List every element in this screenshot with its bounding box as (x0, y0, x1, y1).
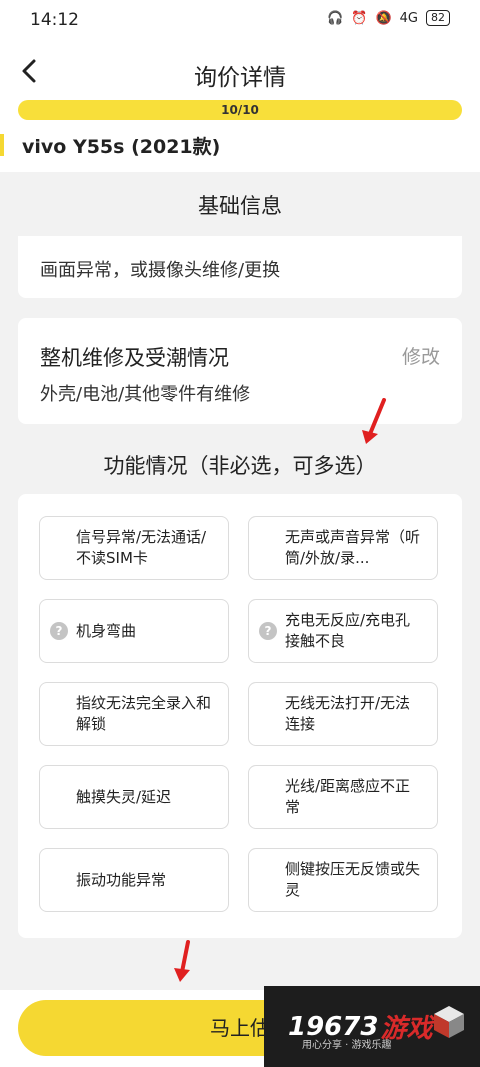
option-sensor[interactable]: 光线/距离感应不正常 (248, 765, 438, 829)
option-label: 机身弯曲 (76, 621, 137, 640)
status-time: 14:12 (30, 10, 79, 30)
page-title: 询价详情 (194, 65, 286, 91)
modify-link[interactable]: 修改 (402, 342, 440, 369)
option-label: 振动功能异常 (76, 870, 167, 889)
status-icons: 🎧 ⏰ 🔕 4G 82 (327, 10, 450, 26)
basic-info-card[interactable]: 画面异常，或摄像头维修/更换 (18, 236, 462, 298)
option-label: 触摸失灵/延迟 (76, 787, 172, 806)
option-touch[interactable]: 触摸失灵/延迟 (39, 765, 229, 829)
basic-info-text: 画面异常，或摄像头维修/更换 (40, 260, 281, 281)
alarm-icon: ⏰ (351, 10, 368, 26)
cube-logo-icon (434, 1006, 464, 1038)
page-header: 询价详情 10/10 vivo Y55s (2021款) (0, 42, 480, 172)
watermark-slogan: 用心分享 · 游戏乐趣 (302, 1040, 392, 1051)
repair-card[interactable]: 整机维修及受潮情况 修改 外壳/电池/其他零件有维修 (18, 318, 462, 424)
headphone-icon: 🎧 (327, 10, 344, 26)
option-label: 无线无法打开/无法连接 (285, 694, 411, 733)
option-label: 侧键按压无反馈或失灵 (285, 860, 421, 899)
option-fingerprint[interactable]: 指纹无法完全录入和解锁 (39, 682, 229, 746)
repair-heading: 整机维修及受潮情况 (40, 346, 229, 370)
repair-detail: 外壳/电池/其他零件有维修 (40, 384, 251, 405)
annotation-arrow-icon (174, 940, 190, 982)
function-options-card: 信号异常/无法通话/不读SIM卡 无声或声音异常（听筒/外放/录... ? 机身弯… (18, 494, 462, 938)
battery-indicator: 82 (426, 10, 450, 26)
option-label: 光线/距离感应不正常 (285, 777, 411, 816)
option-bent[interactable]: ? 机身弯曲 (39, 599, 229, 663)
option-charging[interactable]: ? 充电无反应/充电孔接触不良 (248, 599, 438, 663)
option-label: 无声或声音异常（听筒/外放/录... (285, 528, 421, 567)
watermark-logo: 19673 游戏 用心分享 · 游戏乐趣 (264, 986, 480, 1067)
option-wireless[interactable]: 无线无法打开/无法连接 (248, 682, 438, 746)
network-label: 4G (399, 10, 418, 26)
option-vibration[interactable]: 振动功能异常 (39, 848, 229, 912)
option-label: 信号异常/无法通话/不读SIM卡 (76, 528, 207, 567)
device-model: vivo Y55s (2021款) (22, 136, 221, 158)
status-bar: 14:12 🎧 ⏰ 🔕 4G 82 (0, 0, 480, 42)
annotation-arrow-icon (362, 398, 386, 444)
option-label: 充电无反应/充电孔接触不良 (285, 611, 411, 650)
progress-bar: 10/10 (18, 100, 462, 120)
option-label: 指纹无法完全录入和解锁 (76, 694, 212, 733)
option-signal[interactable]: 信号异常/无法通话/不读SIM卡 (39, 516, 229, 580)
help-icon[interactable]: ? (259, 622, 277, 640)
mute-icon: 🔕 (375, 10, 392, 26)
basic-info-title: 基础信息 (198, 194, 282, 218)
option-sound[interactable]: 无声或声音异常（听筒/外放/录... (248, 516, 438, 580)
function-title: 功能情况（非必选，可多选） (103, 454, 377, 478)
model-accent-bar (0, 134, 4, 156)
help-icon[interactable]: ? (50, 622, 68, 640)
option-side-key[interactable]: 侧键按压无反馈或失灵 (248, 848, 438, 912)
